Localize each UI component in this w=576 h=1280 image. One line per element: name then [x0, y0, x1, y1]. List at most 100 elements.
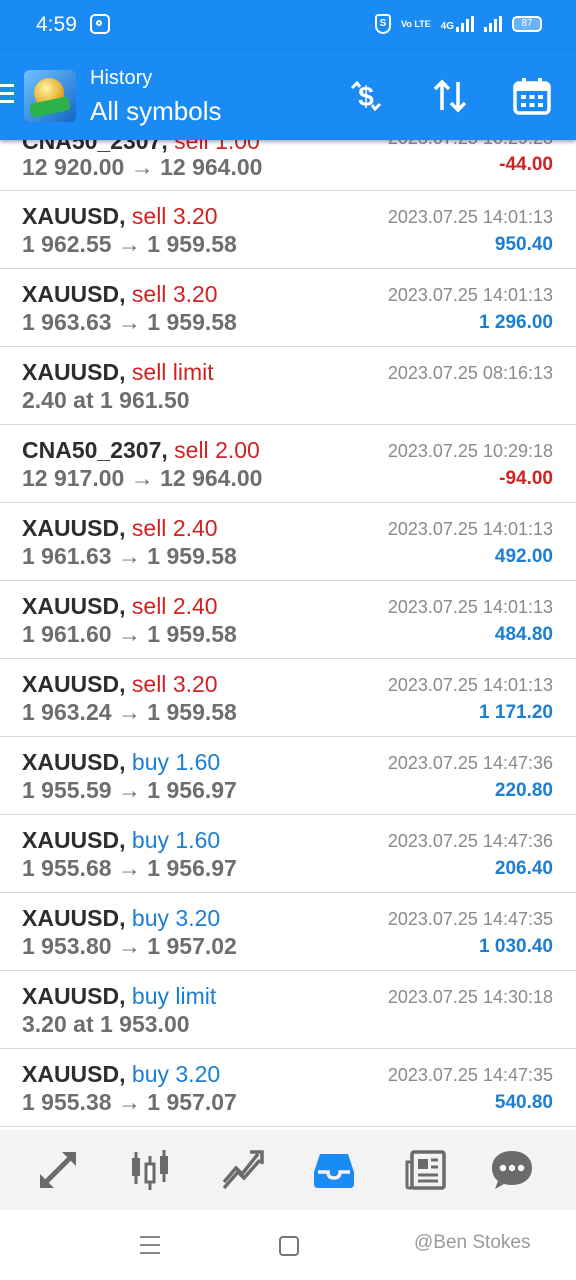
candlestick-chart-icon[interactable] — [128, 1148, 172, 1192]
history-row[interactable]: XAUUSD, buy 1.60 1 955.59 → 1 956.97 2023.… — [0, 737, 576, 815]
history-row[interactable]: CNA50_2307, sell 1.00 12 920.00 → 12 964.… — [0, 140, 576, 191]
history-row[interactable]: XAUUSD, sell limit 2.40 at 1 961.50 2023.0… — [0, 347, 576, 425]
deal-volume: 3.20 — [172, 203, 218, 229]
deal-volume: 1.60 — [175, 827, 221, 853]
bottom-nav — [0, 1130, 576, 1210]
quotes-arrows-icon[interactable] — [36, 1148, 80, 1192]
deal-side: buy — [131, 749, 169, 775]
page-title[interactable]: All symbols — [90, 96, 221, 127]
deal-profit: 1 171.20 — [479, 702, 553, 723]
trade-trend-icon[interactable] — [220, 1148, 264, 1192]
history-list[interactable]: CNA50_2307, sell 1.00 12 920.00 → 12 964.… — [0, 140, 576, 1130]
deal-side: sell — [131, 671, 167, 697]
deal-symbol: XAUUSD, — [22, 671, 126, 697]
history-row[interactable]: XAUUSD, buy 1.60 1 955.68 → 1 956.97 2023.… — [0, 815, 576, 893]
deal-prices: 1 955.59 → 1 956.97 — [22, 777, 237, 803]
news-icon[interactable] — [404, 1148, 448, 1192]
deposit-withdraw-icon[interactable]: $ — [346, 76, 386, 116]
deal-side: sell — [131, 593, 167, 619]
deal-volume: 1.00 — [215, 140, 260, 154]
battery-level: 87 — [521, 18, 533, 29]
deal-prices: 1 953.80 → 1 957.02 — [22, 933, 237, 959]
deal-symbol: XAUUSD, — [22, 749, 126, 775]
battery-icon: 87 — [512, 16, 542, 32]
deal-title: XAUUSD, buy 1.60 — [22, 827, 220, 854]
deal-prices: 2.40 at 1 961.50 — [22, 387, 190, 413]
history-row[interactable]: XAUUSD, buy limit 3.20 at 1 953.00 2023.07… — [0, 971, 576, 1049]
deal-symbol: CNA50_2307, — [22, 437, 168, 463]
deal-prices: 1 961.60 → 1 959.58 — [22, 621, 237, 647]
deal-title: XAUUSD, sell 3.20 — [22, 281, 218, 308]
history-inbox-icon[interactable] — [312, 1148, 356, 1192]
chat-icon[interactable] — [490, 1148, 534, 1192]
status-time: 4:59 — [36, 13, 77, 36]
deal-side: buy limit — [131, 983, 217, 1009]
app-logo[interactable] — [24, 70, 76, 122]
history-row[interactable]: XAUUSD, sell 2.40 1 961.60 → 1 959.58 2023… — [0, 581, 576, 659]
deal-prices: 1 963.24 → 1 959.58 — [22, 699, 237, 725]
deal-title: XAUUSD, buy 1.60 — [22, 749, 220, 776]
shield-icon: S — [374, 14, 391, 34]
deal-volume: 3.20 — [175, 905, 221, 931]
deal-datetime: 2023.07.25 10:29:23 — [388, 140, 553, 149]
status-bar: 4:59 S Vo LTE 4G 87 — [0, 0, 576, 50]
home-icon[interactable] — [279, 1236, 299, 1256]
deal-volume: 2.40 — [172, 515, 218, 541]
deal-title: XAUUSD, buy limit — [22, 983, 216, 1010]
deal-datetime: 2023.07.25 14:01:13 — [387, 597, 553, 617]
deal-volume: 2.00 — [215, 437, 260, 463]
deal-profit: -44.00 — [499, 154, 553, 175]
deal-symbol: XAUUSD, — [22, 281, 126, 307]
page-subtitle: History — [90, 67, 153, 89]
deal-side: buy — [131, 827, 169, 853]
deal-profit: -94.00 — [499, 468, 553, 489]
deal-prices: 1 963.63 → 1 959.58 — [22, 309, 237, 335]
sort-icon[interactable] — [430, 76, 470, 116]
deal-datetime: 2023.07.25 14:47:36 — [387, 753, 553, 773]
history-row[interactable]: CNA50_2307, sell 2.00 12 917.00 → 12 964.… — [0, 425, 576, 503]
deal-side: sell — [131, 203, 167, 229]
deal-profit: 206.40 — [494, 858, 553, 879]
deal-symbol: CNA50_2307, — [22, 140, 168, 154]
deal-profit: 540.80 — [494, 1092, 553, 1113]
deal-prices: 12 917.00 → 12 964.00 — [22, 465, 263, 491]
deal-prices: 1 961.63 → 1 959.58 — [22, 543, 237, 569]
history-row[interactable]: XAUUSD, sell 2.40 1 961.63 → 1 959.58 2023… — [0, 503, 576, 581]
signal-4g-icon: 4G — [441, 16, 474, 32]
deal-symbol: XAUUSD, — [22, 515, 126, 541]
deal-symbol: XAUUSD, — [22, 359, 126, 385]
deal-datetime: 2023.07.25 14:30:18 — [387, 987, 553, 1007]
deal-symbol: XAUUSD, — [22, 827, 126, 853]
deal-side: buy — [131, 1061, 169, 1087]
deal-title: XAUUSD, sell 3.20 — [22, 671, 218, 698]
watermark: @Ben Stokes — [414, 1232, 531, 1253]
history-row[interactable]: XAUUSD, buy 3.20 1 955.38 → 1 957.07 2023.… — [0, 1049, 576, 1127]
deal-datetime: 2023.07.25 08:16:13 — [387, 363, 553, 383]
deal-datetime: 2023.07.25 14:01:13 — [387, 675, 553, 695]
deal-volume: 3.20 — [172, 281, 218, 307]
deal-side: sell — [131, 515, 167, 541]
deal-prices: 3.20 at 1 953.00 — [22, 1011, 190, 1037]
deal-title: XAUUSD, buy 3.20 — [22, 1061, 220, 1088]
deal-volume: 3.20 — [175, 1061, 221, 1087]
deal-datetime: 2023.07.25 14:01:13 — [387, 285, 553, 305]
deal-symbol: XAUUSD, — [22, 203, 126, 229]
status-indicators: S Vo LTE 4G 87 — [374, 14, 542, 34]
deal-side: sell limit — [131, 359, 214, 385]
deal-datetime: 2023.07.25 14:47:35 — [387, 909, 553, 929]
deal-datetime: 2023.07.25 14:47:36 — [387, 831, 553, 851]
deal-datetime: 2023.07.25 14:47:35 — [387, 1065, 553, 1085]
deal-side: sell — [174, 437, 209, 463]
history-row[interactable]: XAUUSD, sell 3.20 1 963.24 → 1 959.58 2023… — [0, 659, 576, 737]
deal-profit: 484.80 — [494, 624, 553, 645]
calendar-icon[interactable] — [512, 76, 552, 116]
recent-apps-icon[interactable] — [140, 1236, 160, 1260]
menu-icon[interactable] — [0, 84, 14, 104]
history-row[interactable]: XAUUSD, sell 3.20 1 963.63 → 1 959.58 2023… — [0, 269, 576, 347]
history-row[interactable]: XAUUSD, buy 3.20 1 953.80 → 1 957.02 2023.… — [0, 893, 576, 971]
deal-datetime: 2023.07.25 14:01:13 — [387, 519, 553, 539]
history-row[interactable]: XAUUSD, sell 3.20 1 962.55 → 1 959.58 2023… — [0, 191, 576, 269]
deal-prices: 1 955.38 → 1 957.07 — [22, 1089, 237, 1115]
deal-prices: 1 962.55 → 1 959.58 — [22, 231, 237, 257]
deal-profit: 1 030.40 — [479, 936, 553, 957]
